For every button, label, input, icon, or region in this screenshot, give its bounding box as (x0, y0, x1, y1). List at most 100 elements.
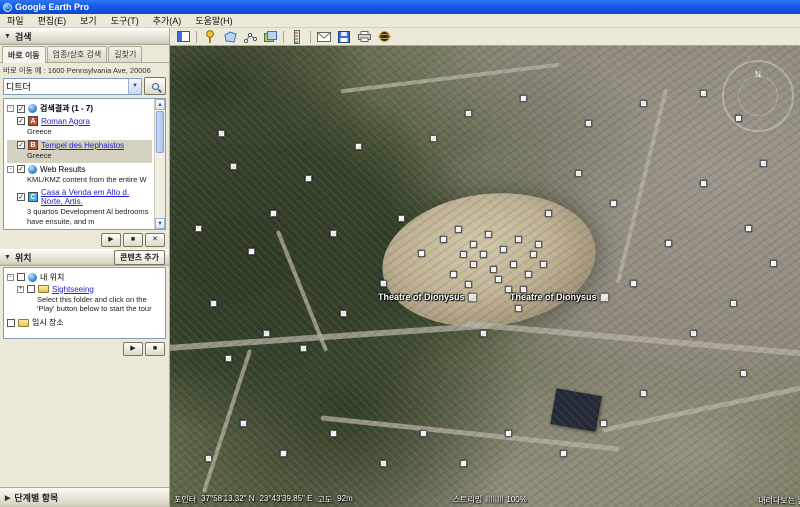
clear-results-button[interactable]: ✕ (145, 233, 165, 247)
map-label-theatre-2[interactable]: Theatre of Dionysus (510, 292, 609, 302)
add-content-button[interactable]: 콘텐츠 추가 (114, 250, 165, 265)
print-icon[interactable] (357, 30, 371, 44)
map-label-theatre-1[interactable]: Theatre of Dionysus (378, 292, 477, 302)
checkbox[interactable] (17, 273, 25, 281)
photo-marker-icon[interactable] (263, 330, 270, 337)
photo-marker-icon[interactable] (430, 135, 437, 142)
temporary-places-row[interactable]: 임시 장소 (7, 317, 163, 328)
photo-marker-icon[interactable] (505, 430, 512, 437)
photo-marker-icon[interactable] (505, 286, 512, 293)
photo-marker-icon[interactable] (280, 450, 287, 457)
checkbox[interactable]: ✓ (17, 117, 25, 125)
menu-file[interactable]: 파일 (0, 14, 31, 27)
photo-marker-icon[interactable] (330, 230, 337, 237)
photo-marker-icon[interactable] (230, 163, 237, 170)
photo-marker-icon[interactable] (585, 120, 592, 127)
photo-marker-icon[interactable] (470, 241, 477, 248)
photo-marker-icon[interactable] (740, 370, 747, 377)
photo-marker-icon[interactable] (500, 246, 507, 253)
photo-overlay-icon[interactable] (468, 293, 477, 302)
result-link[interactable]: Tempel des Hephaistos (41, 141, 124, 150)
checkbox[interactable]: ✓ (17, 141, 25, 149)
web-results-row[interactable]: - ✓ Web Results (7, 165, 152, 174)
photo-marker-icon[interactable] (195, 225, 202, 232)
photo-marker-icon[interactable] (465, 110, 472, 117)
checkbox[interactable]: ✓ (17, 193, 25, 201)
photo-marker-icon[interactable] (490, 266, 497, 273)
tab-find-businesses[interactable]: 업종/상호 검색 (47, 46, 108, 62)
sky-icon[interactable] (377, 30, 391, 44)
photo-marker-icon[interactable] (575, 170, 582, 177)
menu-help[interactable]: 도움말(H) (188, 14, 239, 27)
result-row-a[interactable]: ✓ A Roman Agora (7, 116, 152, 126)
photo-marker-icon[interactable] (520, 95, 527, 102)
photo-overlay-icon[interactable] (600, 293, 609, 302)
photo-marker-icon[interactable] (735, 115, 742, 122)
photo-marker-icon[interactable] (495, 276, 502, 283)
photo-marker-icon[interactable] (480, 251, 487, 258)
stop-tour-button[interactable]: ■ (145, 342, 165, 356)
result-row-c[interactable]: ✓ C Casa à Venda em Alto d. Norte, Artis… (7, 188, 152, 206)
photo-marker-icon[interactable] (455, 226, 462, 233)
layers-panel-header[interactable]: ▶ 단계별 항목 (0, 487, 169, 507)
photo-marker-icon[interactable] (248, 248, 255, 255)
results-root-row[interactable]: - ✓ 검색결과 (1 - 7) (7, 103, 152, 114)
results-scrollbar[interactable]: ▲ ▼ (154, 99, 165, 229)
result-link[interactable]: Casa à Venda em Alto d. Norte, Artis. (41, 188, 152, 206)
navigation-compass[interactable]: N (722, 60, 794, 132)
photo-marker-icon[interactable] (730, 300, 737, 307)
photo-marker-icon[interactable] (218, 130, 225, 137)
title-bar[interactable]: Google Earth Pro (0, 0, 800, 14)
photo-marker-icon[interactable] (520, 286, 527, 293)
add-polygon-icon[interactable] (223, 30, 237, 44)
photo-marker-icon[interactable] (560, 450, 567, 457)
sightseeing-link[interactable]: Sightseeing (52, 285, 94, 294)
checkbox[interactable]: ✓ (17, 105, 25, 113)
photo-marker-icon[interactable] (665, 240, 672, 247)
expander-icon[interactable]: - (7, 166, 14, 173)
photo-marker-icon[interactable] (270, 210, 277, 217)
search-input[interactable] (4, 81, 128, 91)
photo-marker-icon[interactable] (418, 250, 425, 257)
photo-marker-icon[interactable] (380, 280, 387, 287)
photo-marker-icon[interactable] (398, 215, 405, 222)
photo-marker-icon[interactable] (420, 430, 427, 437)
add-placemark-icon[interactable] (203, 30, 217, 44)
play-tour-button[interactable]: ▶ (101, 233, 121, 247)
photo-marker-icon[interactable] (440, 236, 447, 243)
photo-marker-icon[interactable] (225, 355, 232, 362)
photo-marker-icon[interactable] (640, 100, 647, 107)
menu-view[interactable]: 보기 (73, 14, 104, 27)
scrollbar-thumb[interactable] (156, 111, 164, 153)
photo-marker-icon[interactable] (540, 261, 547, 268)
photo-marker-icon[interactable] (700, 180, 707, 187)
photo-marker-icon[interactable] (515, 236, 522, 243)
photo-marker-icon[interactable] (210, 300, 217, 307)
checkbox[interactable] (7, 319, 15, 327)
scroll-up-icon[interactable]: ▲ (155, 99, 165, 110)
photo-marker-icon[interactable] (450, 271, 457, 278)
photo-marker-icon[interactable] (535, 241, 542, 248)
my-places-row[interactable]: - 내 위치 (7, 272, 163, 283)
photo-marker-icon[interactable] (460, 251, 467, 258)
satellite-map[interactable]: Theatre of Dionysus Theatre of Dionysus … (170, 46, 800, 507)
checkbox[interactable] (27, 285, 35, 293)
selected-result-block[interactable]: ✓ B Tempel des Hephaistos Greece (7, 140, 152, 162)
menu-edit[interactable]: 편집(E) (31, 14, 74, 27)
expander-icon[interactable]: + (17, 286, 24, 293)
photo-marker-icon[interactable] (545, 210, 552, 217)
photo-marker-icon[interactable] (330, 430, 337, 437)
photo-marker-icon[interactable] (380, 460, 387, 467)
menu-tools[interactable]: 도구(T) (104, 14, 146, 27)
scroll-down-icon[interactable]: ▼ (155, 218, 165, 229)
search-panel-header[interactable]: ▼ 검색 (0, 28, 169, 45)
photo-marker-icon[interactable] (460, 460, 467, 467)
result-row-b[interactable]: ✓ B Tempel des Hephaistos (7, 140, 152, 150)
ruler-icon[interactable] (290, 30, 304, 44)
expander-icon[interactable]: - (7, 105, 14, 112)
play-tour-button[interactable]: ▶ (123, 342, 143, 356)
tab-fly-to[interactable]: 바로 이동 (2, 46, 46, 63)
photo-marker-icon[interactable] (240, 420, 247, 427)
add-image-overlay-icon[interactable] (263, 30, 277, 44)
combo-dropdown-icon[interactable]: ▼ (128, 79, 141, 94)
